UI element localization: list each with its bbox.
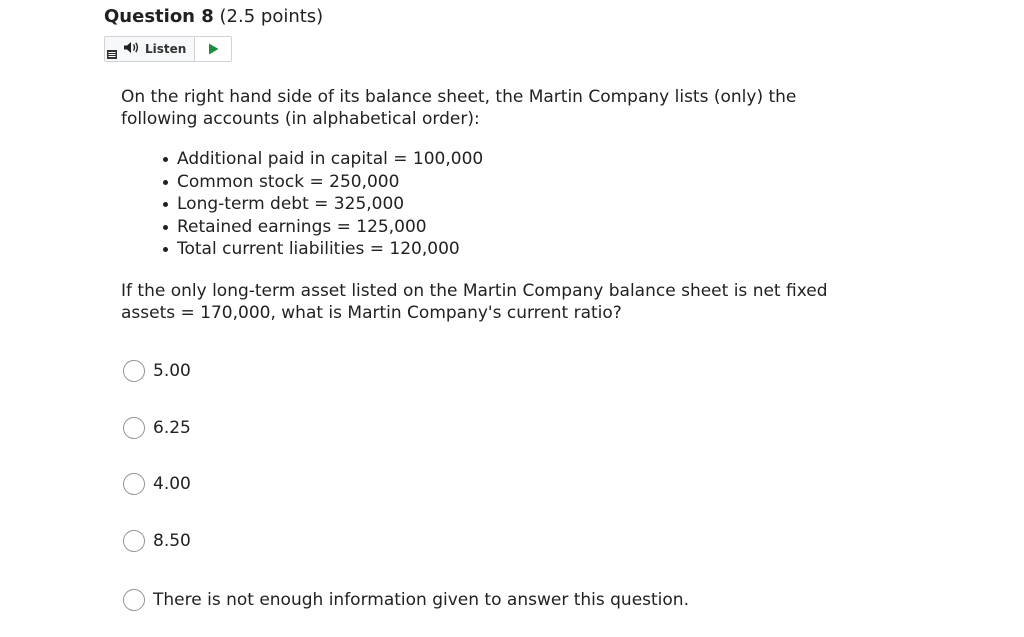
- choice-label: 5.00: [153, 361, 191, 381]
- choice-option[interactable]: 4.00: [123, 473, 191, 495]
- question-body: On the right hand side of its balance sh…: [121, 86, 841, 324]
- radio-button[interactable]: [123, 589, 145, 611]
- list-item: Retained earnings = 125,000: [163, 216, 841, 239]
- choice-option[interactable]: 8.50: [123, 530, 191, 552]
- question-title: Question 8: [104, 6, 214, 27]
- play-button[interactable]: [195, 37, 232, 61]
- choice-option[interactable]: 5.00: [123, 360, 191, 382]
- question-prompt: If the only long-term asset listed on th…: [121, 280, 828, 323]
- question-points: (2.5 points): [219, 6, 324, 27]
- choice-label: 6.25: [153, 418, 191, 438]
- list-item: Common stock = 250,000: [163, 171, 841, 194]
- speaker-icon: [123, 41, 145, 57]
- question-header: Question 8 (2.5 points): [104, 5, 323, 29]
- radio-button[interactable]: [123, 473, 145, 495]
- accounts-list: Additional paid in capital = 100,000 Com…: [121, 148, 841, 261]
- list-item: Total current liabilities = 120,000: [163, 238, 841, 261]
- list-item: Long-term debt = 325,000: [163, 193, 841, 216]
- choice-label: 8.50: [153, 531, 191, 551]
- listen-widget: Listen: [104, 36, 233, 62]
- choice-option[interactable]: 6.25: [123, 417, 191, 439]
- radio-button[interactable]: [123, 360, 145, 382]
- choice-option[interactable]: There is not enough information given to…: [123, 589, 689, 611]
- choice-label: 4.00: [153, 474, 191, 494]
- question-intro: On the right hand side of its balance sh…: [121, 87, 797, 129]
- radio-button[interactable]: [123, 417, 145, 439]
- choice-label: There is not enough information given to…: [153, 590, 689, 610]
- radio-button[interactable]: [123, 530, 145, 552]
- list-item: Additional paid in capital = 100,000: [163, 148, 841, 171]
- listen-label: Listen: [145, 42, 187, 56]
- question-page: Question 8 (2.5 points) Listen On the ri…: [0, 0, 1024, 637]
- listen-button[interactable]: Listen: [119, 37, 196, 61]
- menu-icon[interactable]: [105, 37, 119, 61]
- play-icon: [208, 40, 219, 59]
